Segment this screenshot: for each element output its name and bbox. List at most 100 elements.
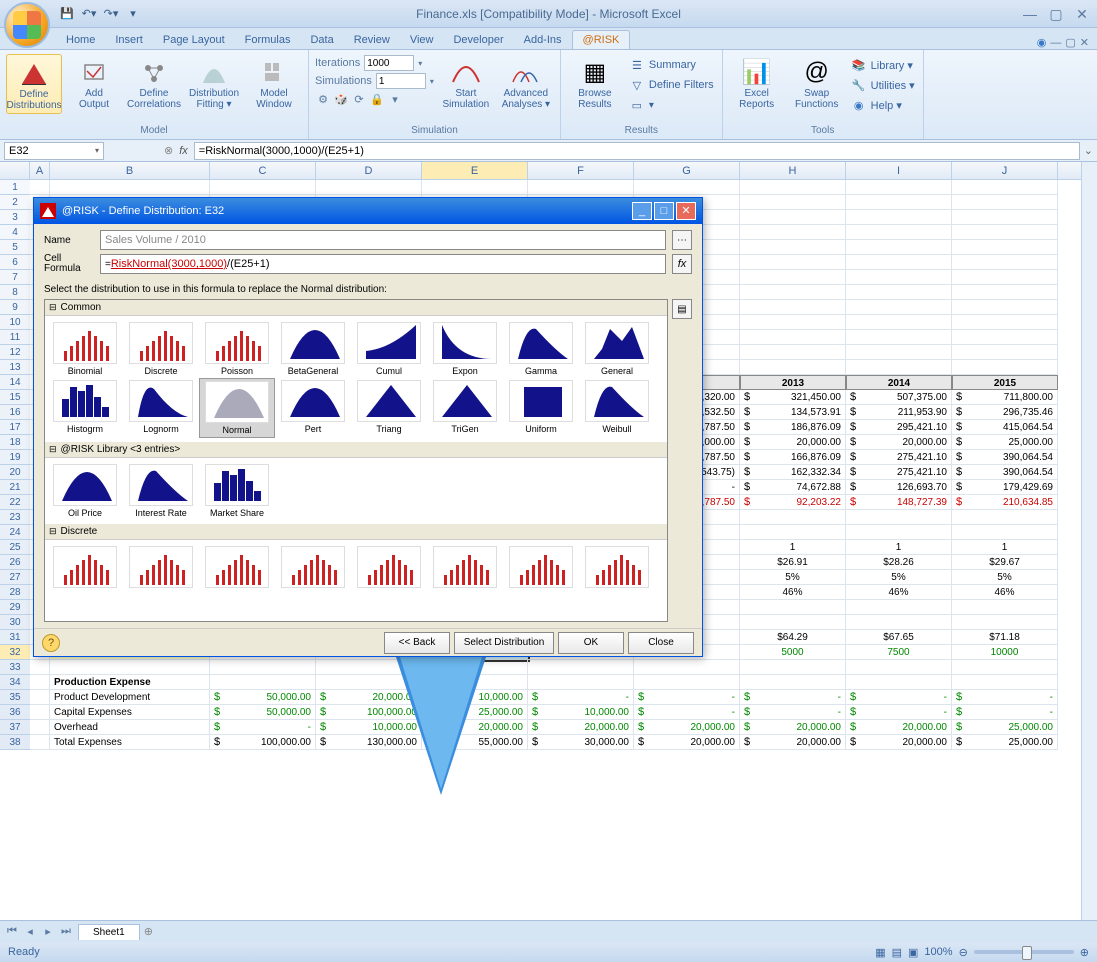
view-layout-icon[interactable]: ▤ bbox=[892, 946, 902, 959]
tab-insert[interactable]: Insert bbox=[105, 31, 153, 49]
cell-J22[interactable]: $210,634.85 bbox=[952, 495, 1058, 510]
cancel-icon[interactable]: ⊗ bbox=[164, 144, 173, 157]
cell-H10[interactable] bbox=[740, 315, 846, 330]
cell-I21[interactable]: $126,693.70 bbox=[846, 480, 952, 495]
start-simulation-button[interactable]: Start Simulation bbox=[438, 54, 494, 112]
row-header-13[interactable]: 13 bbox=[0, 360, 30, 375]
new-sheet-icon[interactable]: ⊕ bbox=[144, 925, 153, 938]
cell-J21[interactable]: $179,429.69 bbox=[952, 480, 1058, 495]
cell-J37[interactable]: $25,000.00 bbox=[952, 720, 1058, 735]
close-icon[interactable]: ✕ bbox=[1071, 6, 1093, 22]
dist-cumul[interactable]: Cumul bbox=[351, 320, 427, 378]
cell-J25[interactable]: 1 bbox=[952, 540, 1058, 555]
row-header-5[interactable]: 5 bbox=[0, 240, 30, 255]
cell-J9[interactable] bbox=[952, 300, 1058, 315]
dist-betageneral[interactable]: BetaGeneral bbox=[275, 320, 351, 378]
dist-binomial[interactable]: Binomial bbox=[47, 320, 123, 378]
view-normal-icon[interactable]: ▦ bbox=[875, 946, 885, 959]
next-sheet-icon[interactable]: ▸ bbox=[40, 925, 56, 938]
cell-J23[interactable] bbox=[952, 510, 1058, 525]
cell-H13[interactable] bbox=[740, 360, 846, 375]
cell-H23[interactable] bbox=[740, 510, 846, 525]
cell-H26[interactable]: $26.91 bbox=[740, 555, 846, 570]
cell-I32[interactable]: 7500 bbox=[846, 645, 952, 660]
cell-C33[interactable] bbox=[210, 660, 316, 675]
lock-icon[interactable]: 🔒 bbox=[369, 91, 385, 107]
fx-icon[interactable]: fx bbox=[179, 145, 188, 157]
cell-I35[interactable]: $- bbox=[846, 690, 952, 705]
cell-H36[interactable]: $- bbox=[740, 705, 846, 720]
define-filters-button[interactable]: ▽Define Filters bbox=[627, 76, 716, 94]
cell-J2[interactable] bbox=[952, 195, 1058, 210]
cell-D1[interactable] bbox=[316, 180, 422, 195]
cell-C1[interactable] bbox=[210, 180, 316, 195]
row-header-9[interactable]: 9 bbox=[0, 300, 30, 315]
tab-data[interactable]: Data bbox=[300, 31, 343, 49]
distribution-button[interactable]: Distribution Fitting ▾ bbox=[186, 54, 242, 112]
cell-J11[interactable] bbox=[952, 330, 1058, 345]
tab-review[interactable]: Review bbox=[344, 31, 400, 49]
cell-H20[interactable]: $162,332.34 bbox=[740, 465, 846, 480]
row-header-11[interactable]: 11 bbox=[0, 330, 30, 345]
more-icon[interactable]: ▾ bbox=[387, 91, 403, 107]
row-header-38[interactable]: 38 bbox=[0, 735, 30, 750]
cell-H31[interactable]: $64.29 bbox=[740, 630, 846, 645]
dist-trigen[interactable]: TriGen bbox=[427, 378, 503, 438]
cell-H2[interactable] bbox=[740, 195, 846, 210]
cell-I29[interactable] bbox=[846, 600, 952, 615]
cell-I24[interactable] bbox=[846, 525, 952, 540]
cell-H14[interactable]: 2013 bbox=[740, 375, 846, 390]
cell-F34[interactable] bbox=[528, 675, 634, 690]
cell-J10[interactable] bbox=[952, 315, 1058, 330]
dialog-help-icon[interactable]: ? bbox=[42, 634, 60, 652]
row-header-28[interactable]: 28 bbox=[0, 585, 30, 600]
row-header-34[interactable]: 34 bbox=[0, 675, 30, 690]
sheet-tab-sheet1[interactable]: Sheet1 bbox=[78, 924, 140, 940]
dist-section-discrete[interactable]: Discrete bbox=[45, 524, 667, 540]
cell-A37[interactable] bbox=[30, 720, 50, 735]
cell-I4[interactable] bbox=[846, 225, 952, 240]
cell-J16[interactable]: $296,735.46 bbox=[952, 405, 1058, 420]
cell-H32[interactable]: 5000 bbox=[740, 645, 846, 660]
cell-J19[interactable]: $390,064.54 bbox=[952, 450, 1058, 465]
dist-item[interactable] bbox=[351, 544, 427, 592]
cell-I17[interactable]: $295,421.10 bbox=[846, 420, 952, 435]
cell-C38[interactable]: $100,000.00 bbox=[210, 735, 316, 750]
cell-I14[interactable]: 2014 bbox=[846, 375, 952, 390]
row-header-20[interactable]: 20 bbox=[0, 465, 30, 480]
cell-H35[interactable]: $- bbox=[740, 690, 846, 705]
cell-H21[interactable]: $74,672.88 bbox=[740, 480, 846, 495]
cell-J1[interactable] bbox=[952, 180, 1058, 195]
cell-I1[interactable] bbox=[846, 180, 952, 195]
cell-H29[interactable] bbox=[740, 600, 846, 615]
row-header-18[interactable]: 18 bbox=[0, 435, 30, 450]
cell-A1[interactable] bbox=[30, 180, 50, 195]
formula-fx-icon[interactable]: fx bbox=[672, 254, 692, 274]
row-header-23[interactable]: 23 bbox=[0, 510, 30, 525]
cell-J24[interactable] bbox=[952, 525, 1058, 540]
cell-J4[interactable] bbox=[952, 225, 1058, 240]
cell-B37[interactable]: Overhead bbox=[50, 720, 210, 735]
cell-F33[interactable] bbox=[528, 660, 634, 675]
cell-J5[interactable] bbox=[952, 240, 1058, 255]
cell-H3[interactable] bbox=[740, 210, 846, 225]
cell-B34[interactable]: Production Expense bbox=[50, 675, 210, 690]
row-header-7[interactable]: 7 bbox=[0, 270, 30, 285]
doc-restore-icon[interactable]: ▢ bbox=[1065, 36, 1075, 49]
dialog-maximize-icon[interactable]: □ bbox=[654, 202, 674, 220]
select-distribution-button[interactable]: Select Distribution bbox=[454, 632, 554, 654]
cell-I18[interactable]: $20,000.00 bbox=[846, 435, 952, 450]
cell-B1[interactable] bbox=[50, 180, 210, 195]
settings-icon[interactable]: ⚙ bbox=[315, 91, 331, 107]
row-header-30[interactable]: 30 bbox=[0, 615, 30, 630]
maximize-icon[interactable]: ▢ bbox=[1045, 6, 1067, 22]
cell-I19[interactable]: $275,421.10 bbox=[846, 450, 952, 465]
cell-I8[interactable] bbox=[846, 285, 952, 300]
utilities-button[interactable]: 🔧Utilities ▾ bbox=[849, 76, 917, 94]
dialog-titlebar[interactable]: @RISK - Define Distribution: E32 _ □ ✕ bbox=[34, 198, 702, 224]
row-header-2[interactable]: 2 bbox=[0, 195, 30, 210]
dialog-minimize-icon[interactable]: _ bbox=[632, 202, 652, 220]
col-header-J[interactable]: J bbox=[952, 162, 1058, 179]
cell-H22[interactable]: $92,203.22 bbox=[740, 495, 846, 510]
cell-H4[interactable] bbox=[740, 225, 846, 240]
